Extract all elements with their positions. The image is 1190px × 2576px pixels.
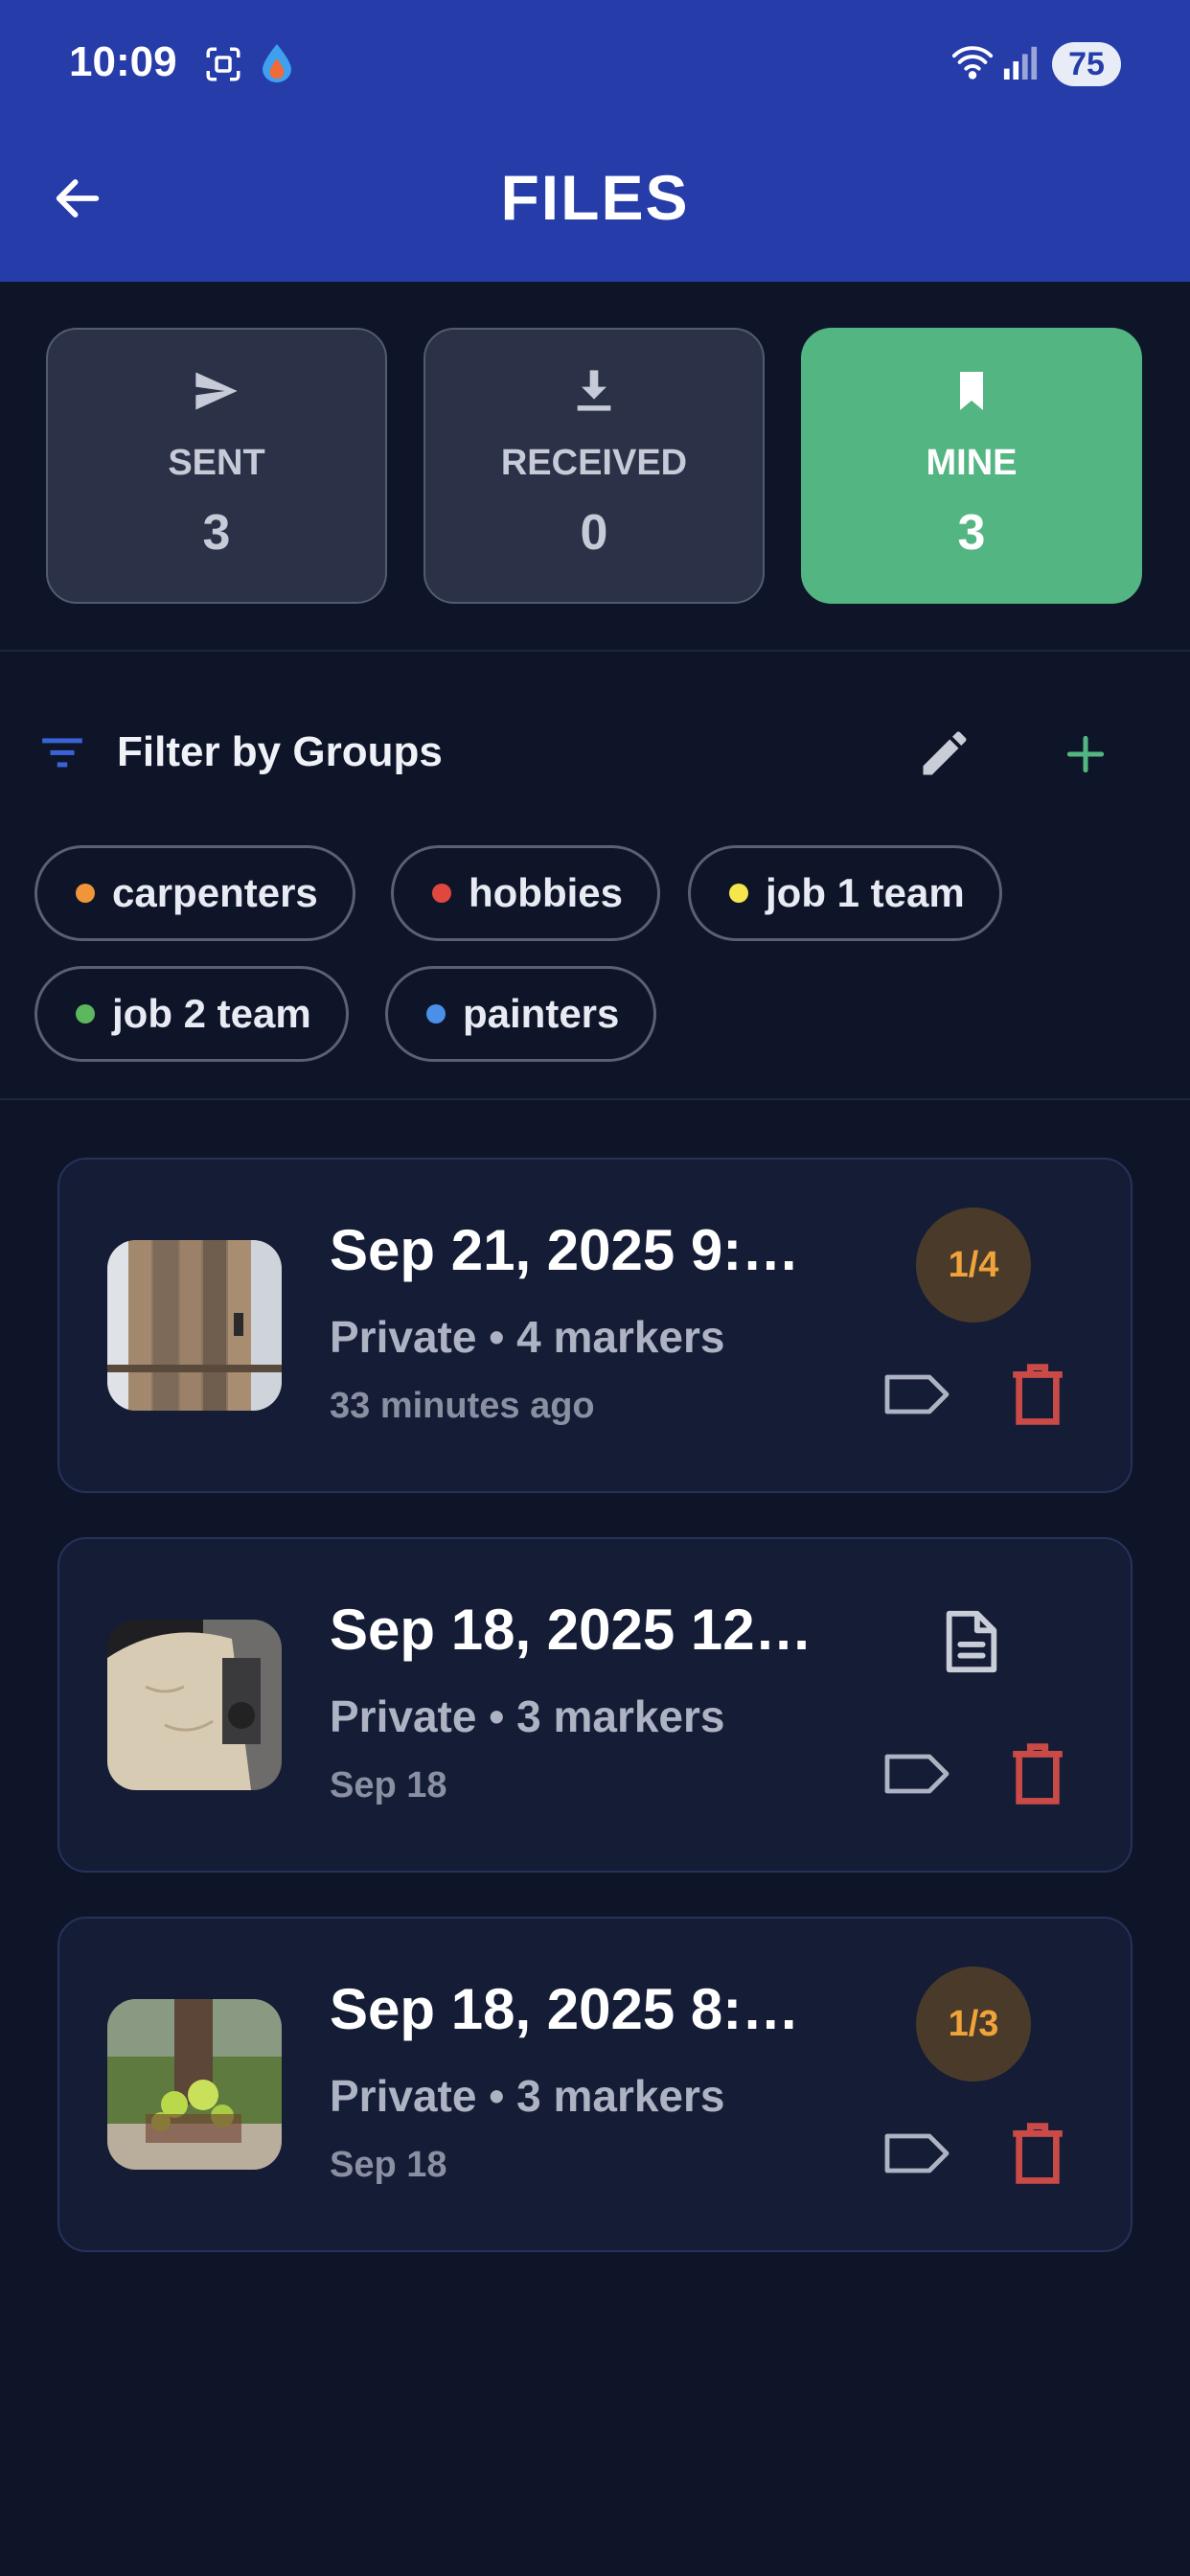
file-card[interactable]: Sep 18, 2025 12… Private • 3 markers Sep… [57,1537,1133,1873]
trash-icon [1013,1364,1063,1425]
divider [0,1098,1190,1100]
delete-button[interactable] [1008,1740,1067,1812]
color-dot [76,884,95,903]
app-header: 10:09 75 FILES [0,0,1190,282]
add-group-button[interactable] [1062,730,1110,783]
file-subtitle: Private • 4 markers [330,1312,725,1362]
divider [0,650,1190,652]
chip-label: hobbies [469,870,624,915]
edit-groups-button[interactable] [916,724,973,787]
group-chip-job-2-team[interactable]: job 2 team [34,966,349,1062]
page-title: FILES [500,162,690,233]
stat-mine[interactable]: MINE 3 [801,328,1142,604]
color-dot [432,884,451,903]
plus-icon [1066,735,1105,773]
download-icon [425,366,763,416]
file-thumbnail [107,1999,282,2170]
group-chip-hobbies[interactable]: hobbies [391,845,661,941]
delete-button[interactable] [1008,1361,1067,1433]
battery-indicator: 75 [1052,42,1121,86]
chip-label: painters [463,991,620,1036]
stat-sent[interactable]: SENT 3 [46,328,387,604]
file-title: Sep 21, 2025 9:… [330,1218,800,1282]
color-dot [426,1004,446,1024]
tag-icon [884,1754,950,1794]
progress-badge: 1/3 [916,1966,1031,2082]
progress-badge: 1/4 [916,1208,1031,1322]
trash-icon [1013,2123,1063,2184]
pencil-icon [923,731,967,775]
color-dot [76,1004,95,1024]
tag-button[interactable] [883,1750,952,1803]
stat-value: 0 [580,505,608,561]
delete-button[interactable] [1008,2120,1067,2192]
file-timestamp: Sep 18 [330,2145,447,2185]
group-chip-carpenters[interactable]: carpenters [34,845,355,941]
tag-button[interactable] [883,1370,952,1423]
document-icon [943,1608,1000,1680]
file-timestamp: 33 minutes ago [330,1386,595,1426]
file-thumbnail [107,1620,282,1790]
tag-icon [884,1374,950,1414]
trash-icon [1013,1743,1063,1805]
file-thumbnail [107,1240,282,1411]
file-card[interactable]: Sep 18, 2025 8:… Private • 3 markers Sep… [57,1917,1133,2252]
stat-label: MINE [926,443,1018,483]
file-title: Sep 18, 2025 12… [330,1598,812,1662]
color-dot [729,884,748,903]
bookmark-icon [803,366,1140,416]
stat-value: 3 [957,505,986,561]
file-subtitle: Private • 3 markers [330,2071,725,2121]
file-title: Sep 18, 2025 8:… [330,1977,800,2041]
wifi-icon [950,42,995,85]
group-chip-job-1-team[interactable]: job 1 team [688,845,1002,941]
filter-title: Filter by Groups [117,728,443,775]
status-time: 10:09 [69,38,177,85]
tag-button[interactable] [883,2129,952,2182]
drop-icon [263,44,291,87]
filter-icon [38,728,86,781]
stat-label: RECEIVED [500,443,688,483]
tag-icon [884,2133,950,2174]
chip-label: carpenters [112,870,318,915]
stat-value: 3 [202,505,231,561]
chip-label: job 1 team [766,870,965,915]
file-subtitle: Private • 3 markers [330,1691,725,1741]
group-chip-painters[interactable]: painters [385,966,657,1062]
file-stats: SENT 3 RECEIVED 0 MINE 3 [46,328,1144,604]
signal-icon [1002,42,1039,85]
stat-label: SENT [168,443,265,483]
stat-received[interactable]: RECEIVED 0 [423,328,765,604]
chip-label: job 2 team [112,991,311,1036]
screenshot-icon [203,44,243,89]
send-icon [48,366,385,416]
file-timestamp: Sep 18 [330,1765,447,1806]
status-bar: 10:09 75 [0,0,1190,134]
file-card[interactable]: Sep 21, 2025 9:… Private • 4 markers 33 … [57,1158,1133,1493]
